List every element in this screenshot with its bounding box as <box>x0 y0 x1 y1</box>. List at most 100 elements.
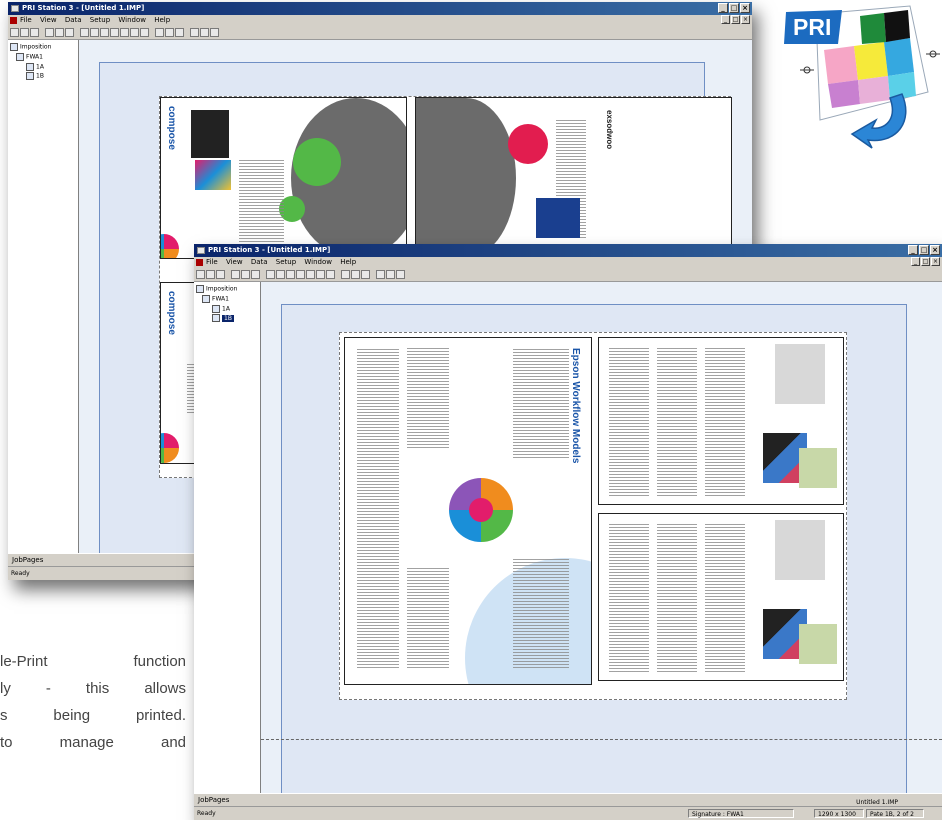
layout-7-icon[interactable] <box>326 270 335 279</box>
output-icon[interactable] <box>386 270 395 279</box>
maximize-button[interactable]: □ <box>729 3 739 13</box>
tree-node-1a[interactable]: 1A <box>26 63 44 71</box>
page-icon[interactable] <box>231 270 240 279</box>
tree-node-imposition[interactable]: Imposition <box>10 43 51 51</box>
minimize-button[interactable]: _ <box>908 245 918 255</box>
page-word: compose <box>166 106 177 150</box>
crop-line-left <box>261 739 942 740</box>
menu-data[interactable]: Data <box>65 16 82 24</box>
menu-setup[interactable]: Setup <box>90 16 110 24</box>
new-icon[interactable] <box>196 270 205 279</box>
layout-1-icon[interactable] <box>266 270 275 279</box>
menu-file[interactable]: File <box>20 16 32 24</box>
print-icon[interactable] <box>251 270 260 279</box>
layout-1-icon[interactable] <box>80 28 89 37</box>
help-icon[interactable] <box>210 28 219 37</box>
menu-window[interactable]: Window <box>118 16 146 24</box>
color-wheel <box>161 433 179 463</box>
menu-view[interactable]: View <box>226 258 243 266</box>
wand-icon[interactable] <box>241 270 250 279</box>
close-button[interactable]: × <box>740 3 750 13</box>
back-tree-panel: Imposition FWA1 1A 1B <box>8 40 79 554</box>
menu-help[interactable]: Help <box>340 258 356 266</box>
sheet-icon <box>26 72 34 80</box>
tab-jobpages[interactable]: JobPages <box>198 796 229 804</box>
layout-5-icon[interactable] <box>120 28 129 37</box>
open-icon[interactable] <box>206 270 215 279</box>
menu-data[interactable]: Data <box>251 258 268 266</box>
pan-icon[interactable] <box>351 270 360 279</box>
wand-icon[interactable] <box>55 28 64 37</box>
layout-2-icon[interactable] <box>90 28 99 37</box>
menu-setup[interactable]: Setup <box>276 258 296 266</box>
layout-2-icon[interactable] <box>276 270 285 279</box>
page-image <box>195 160 231 190</box>
layout-4-icon[interactable] <box>296 270 305 279</box>
front-canvas[interactable]: Epson Workflow Models <box>261 282 942 794</box>
save-icon[interactable] <box>30 28 39 37</box>
close-button[interactable]: × <box>930 245 940 255</box>
menu-file[interactable]: File <box>206 258 218 266</box>
body-text <box>609 524 649 672</box>
marks-icon[interactable] <box>361 270 370 279</box>
front-page-right-bottom <box>598 513 844 681</box>
back-window-titlebar[interactable]: PRI Station 3 - [Untitled 1.IMP] _ □ × <box>8 2 752 15</box>
front-window-titlebar[interactable]: PRI Station 3 - [Untitled 1.IMP] _ □ × <box>194 244 942 257</box>
tab-jobpages[interactable]: JobPages <box>12 556 43 564</box>
logo-text: PRI <box>793 14 832 40</box>
zoom-icon[interactable] <box>341 270 350 279</box>
settings-icon[interactable] <box>376 270 385 279</box>
layout-6-icon[interactable] <box>130 28 139 37</box>
document-icon <box>10 17 17 24</box>
page-icon[interactable] <box>45 28 54 37</box>
print-icon[interactable] <box>65 28 74 37</box>
folder-icon <box>10 43 18 51</box>
page-graphic <box>416 98 516 258</box>
tree-node-1b[interactable]: 1B <box>26 72 44 80</box>
front-tree-panel: Imposition FWA1 1A 1B <box>194 282 261 794</box>
doc-minimize-button[interactable]: _ <box>721 15 730 24</box>
caption-text: le-Print function ly - this allows s bei… <box>0 648 186 756</box>
maximize-button[interactable]: □ <box>919 245 929 255</box>
workflow-wheel-center <box>469 498 493 522</box>
open-icon[interactable] <box>20 28 29 37</box>
new-icon[interactable] <box>10 28 19 37</box>
minimize-button[interactable]: _ <box>718 3 728 13</box>
settings-icon[interactable] <box>190 28 199 37</box>
pan-icon[interactable] <box>165 28 174 37</box>
help-icon[interactable] <box>396 270 405 279</box>
layout-4-icon[interactable] <box>110 28 119 37</box>
body-text <box>705 524 745 672</box>
menu-view[interactable]: View <box>40 16 57 24</box>
app-icon <box>197 247 205 254</box>
doc-restore-button[interactable]: □ <box>731 15 740 24</box>
menu-help[interactable]: Help <box>154 16 170 24</box>
menu-window[interactable]: Window <box>304 258 332 266</box>
doc-minimize-button[interactable]: _ <box>911 257 920 266</box>
save-icon[interactable] <box>216 270 225 279</box>
layout-3-icon[interactable] <box>100 28 109 37</box>
back-page-2: exsodwoo <box>415 97 732 259</box>
doc-close-button[interactable]: × <box>931 257 940 266</box>
layout-3-icon[interactable] <box>286 270 295 279</box>
zoom-icon[interactable] <box>155 28 164 37</box>
layout-6-icon[interactable] <box>316 270 325 279</box>
page-word-right: exsodwoo <box>605 110 614 150</box>
tree-node-imposition[interactable]: Imposition <box>196 285 237 293</box>
tree-node-1a[interactable]: 1A <box>212 305 230 313</box>
sheet-icon <box>212 314 220 322</box>
front-window: PRI Station 3 - [Untitled 1.IMP] _ □ × F… <box>194 244 942 820</box>
tree-node-fwa1[interactable]: FWA1 <box>202 295 229 303</box>
tree-node-fwa1[interactable]: FWA1 <box>16 53 43 61</box>
doc-close-button[interactable]: × <box>741 15 750 24</box>
body-text <box>657 524 697 672</box>
folder-icon <box>16 53 24 61</box>
marks-icon[interactable] <box>175 28 184 37</box>
grey-panel <box>775 344 825 404</box>
layout-7-icon[interactable] <box>140 28 149 37</box>
layout-5-icon[interactable] <box>306 270 315 279</box>
output-icon[interactable] <box>200 28 209 37</box>
tree-node-1b-selected[interactable]: 1B <box>212 314 234 322</box>
doc-restore-button[interactable]: □ <box>921 257 930 266</box>
back-page-1: compose <box>160 97 407 259</box>
